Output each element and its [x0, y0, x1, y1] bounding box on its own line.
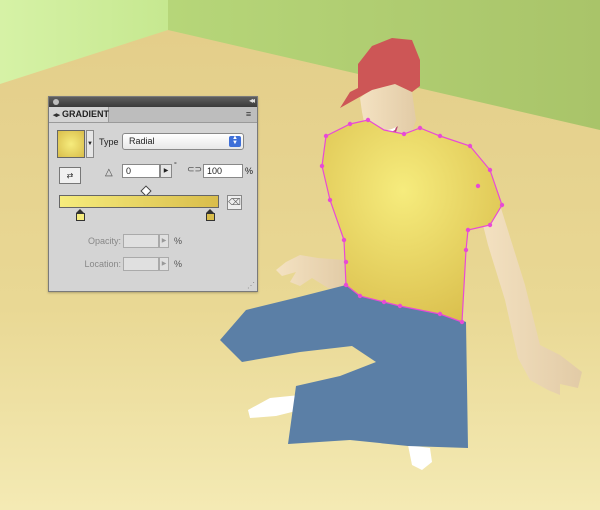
- tab-gradient-label: GRADIENT: [62, 109, 110, 119]
- angle-dropdown-icon[interactable]: ▶: [160, 164, 172, 178]
- type-select[interactable]: Radial ▲ ▼: [122, 133, 244, 150]
- gradient-stop-end[interactable]: [206, 209, 215, 222]
- reverse-gradient-icon[interactable]: ⇄: [59, 167, 81, 184]
- opacity-dropdown-icon[interactable]: ▶: [159, 234, 169, 248]
- angle-unit: °: [174, 162, 177, 169]
- aspect-ratio-icon: ⊂⊃: [187, 164, 203, 174]
- resize-grip-icon[interactable]: ⋰: [247, 281, 255, 290]
- close-icon[interactable]: [53, 99, 59, 105]
- gradient-swatch[interactable]: [57, 130, 85, 158]
- select-stepper-icon: ▲ ▼: [229, 135, 241, 147]
- tab-gradient[interactable]: ◂▸ GRADIENT: [49, 107, 109, 122]
- aspect-ratio-input[interactable]: 100: [203, 164, 243, 178]
- gradient-slider[interactable]: [59, 195, 219, 208]
- panel-titlebar[interactable]: ◂◂: [49, 96, 257, 107]
- panel-tab-row: ◂▸ GRADIENT ≡: [49, 107, 257, 123]
- location-unit: %: [174, 259, 183, 269]
- aspect-ratio-unit: %: [245, 166, 254, 176]
- opacity-label: Opacity:: [87, 236, 121, 246]
- gradient-panel: ◂◂ ◂▸ GRADIENT ≡ ▼ Type Radial ▲ ▼ ⇄ △ 0 ▶…: [48, 96, 258, 292]
- opacity-input[interactable]: [123, 234, 159, 248]
- opacity-unit: %: [174, 236, 183, 246]
- type-label: Type: [99, 137, 119, 147]
- swatch-dropdown-arrow-icon[interactable]: ▼: [86, 130, 94, 158]
- trash-icon[interactable]: ⌫: [227, 195, 242, 210]
- gradient-stop-start[interactable]: [76, 209, 85, 222]
- collapse-icon[interactable]: ◂◂: [249, 96, 255, 105]
- location-label: Location:: [84, 259, 121, 269]
- tab-arrows-icon: ◂▸: [53, 112, 61, 119]
- location-dropdown-icon[interactable]: ▶: [159, 257, 169, 271]
- panel-menu-icon[interactable]: ≡: [243, 109, 254, 119]
- angle-input[interactable]: 0: [122, 164, 160, 178]
- angle-icon: △: [105, 167, 113, 178]
- location-input[interactable]: [123, 257, 159, 271]
- type-select-value: Radial: [129, 136, 155, 146]
